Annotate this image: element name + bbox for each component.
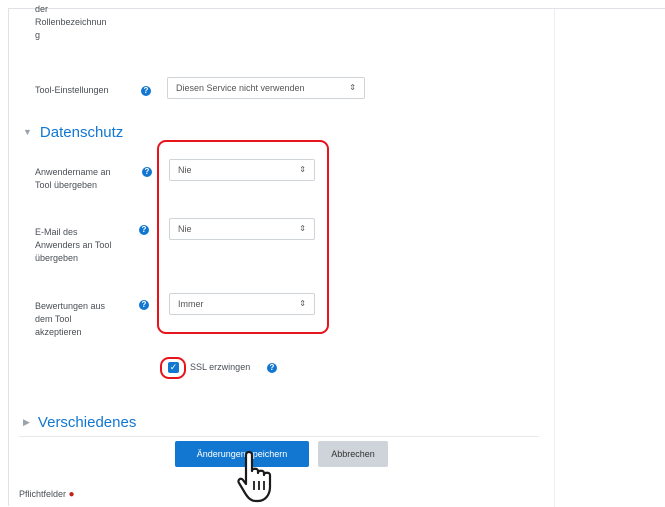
share-name-label: Anwendername an Tool übergeben: [35, 167, 111, 190]
tool-settings-label: Tool-Einstellungen: [35, 85, 109, 95]
privacy-section-header[interactable]: ▼ Datenschutz: [23, 124, 123, 141]
ssl-checkbox[interactable]: ✓: [168, 362, 179, 373]
chevron-down-icon: ⇕: [349, 83, 356, 92]
help-icon[interactable]: ?: [139, 300, 149, 310]
help-icon[interactable]: ?: [142, 167, 152, 177]
role-label: der Rollenbezeichnun g: [35, 4, 107, 40]
divider: [19, 436, 539, 437]
accept-grades-label: Bewertungen aus dem Tool akzeptieren: [35, 301, 106, 337]
form-content: der Rollenbezeichnun g Tool-Einstellunge…: [9, 4, 555, 507]
ssl-label: SSL erzwingen: [190, 362, 251, 372]
required-icon: ●: [68, 489, 75, 500]
help-icon[interactable]: ?: [141, 86, 151, 96]
chevron-down-icon: ▼: [23, 127, 32, 137]
tool-settings-select[interactable]: Diesen Service nicht verwenden ⇕: [167, 77, 365, 99]
chevron-right-icon: ▶: [23, 417, 30, 427]
help-icon[interactable]: ?: [267, 363, 277, 373]
share-email-label: E-Mail des Anwenders an Tool übergeben: [35, 227, 112, 263]
misc-section-header[interactable]: ▶ Verschiedenes: [23, 414, 136, 431]
highlight-selects: [157, 140, 329, 334]
help-icon[interactable]: ?: [139, 225, 149, 235]
browser-frame: der Rollenbezeichnun g Tool-Einstellunge…: [8, 4, 665, 507]
hand-cursor-icon: [237, 450, 272, 503]
cancel-button[interactable]: Abbrechen: [318, 441, 388, 467]
required-fields-label: Pflichtfelder ●: [19, 489, 75, 500]
